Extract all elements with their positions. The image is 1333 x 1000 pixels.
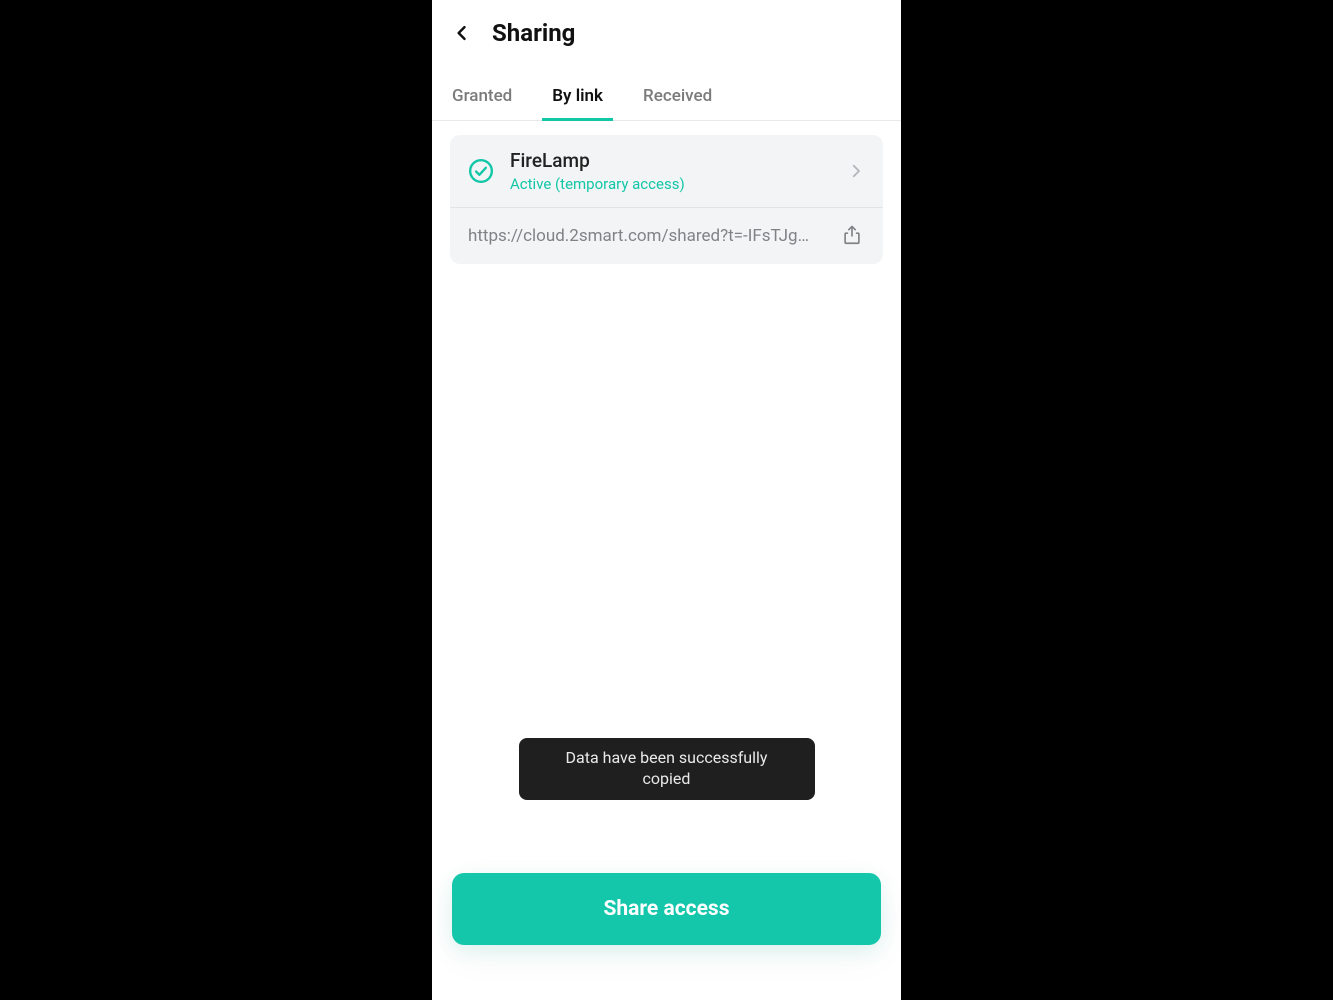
tab-by-link[interactable]: By link — [552, 86, 603, 120]
chevron-right-icon — [847, 162, 865, 180]
tab-granted[interactable]: Granted — [452, 86, 512, 120]
share-card: FireLamp Active (temporary access) https… — [450, 135, 883, 264]
share-link-button[interactable] — [841, 224, 865, 248]
share-item-status: Active (temporary access) — [510, 175, 847, 193]
app-screen: Sharing Granted By link Received FireLam… — [432, 0, 901, 1000]
header-bar: Sharing — [432, 0, 901, 66]
share-access-button[interactable]: Share access — [452, 873, 881, 945]
checkmark-circle-icon — [468, 158, 494, 184]
content-area: FireLamp Active (temporary access) https… — [432, 121, 901, 278]
share-item-row[interactable]: FireLamp Active (temporary access) — [450, 135, 883, 208]
share-item-text: FireLamp Active (temporary access) — [510, 149, 847, 193]
share-item-title: FireLamp — [510, 149, 847, 172]
chevron-left-icon — [452, 23, 472, 43]
footer-area: Share access — [432, 873, 901, 945]
share-link-text[interactable]: https://cloud.2smart.com/shared?t=-IFsTJ… — [468, 226, 825, 246]
page-title: Sharing — [492, 19, 575, 47]
back-button[interactable] — [446, 17, 478, 49]
tabs-bar: Granted By link Received — [432, 66, 901, 121]
tab-received[interactable]: Received — [643, 86, 712, 120]
share-icon — [841, 224, 863, 246]
share-link-row: https://cloud.2smart.com/shared?t=-IFsTJ… — [450, 208, 883, 264]
toast-notification: Data have been successfully copied — [519, 738, 815, 800]
